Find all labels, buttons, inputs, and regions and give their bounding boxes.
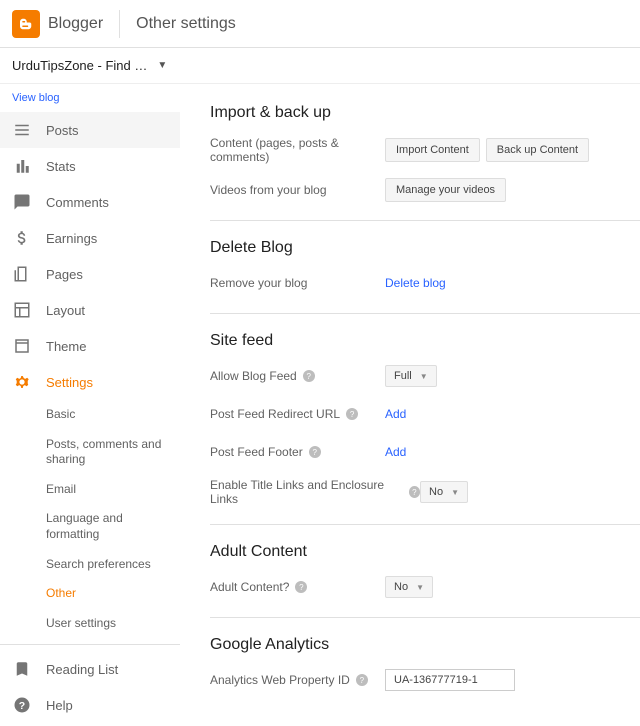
sub-item-user-settings[interactable]: User settings: [46, 609, 180, 639]
adult-content-select[interactable]: No▼: [385, 576, 433, 598]
content-label: Content (pages, posts & comments): [210, 136, 385, 164]
svg-text:?: ?: [19, 700, 25, 712]
stats-icon: [12, 156, 32, 176]
help-icon[interactable]: ?: [295, 581, 307, 593]
sidebar-item-posts[interactable]: Posts: [0, 112, 180, 148]
sub-item-posts-comments[interactable]: Posts, comments and sharing: [46, 430, 180, 475]
content: Import & back up Content (pages, posts &…: [180, 84, 640, 726]
allow-feed-select[interactable]: Full▼: [385, 365, 437, 387]
divider: [210, 220, 640, 221]
section-adult-title: Adult Content: [210, 543, 640, 561]
blog-selector[interactable]: UrduTipsZone - Find … ▼: [0, 48, 640, 84]
posts-icon: [12, 120, 32, 140]
footer-add-link[interactable]: Add: [385, 445, 406, 459]
brand-name: Blogger: [48, 15, 103, 33]
backup-content-button[interactable]: Back up Content: [486, 138, 589, 162]
section-import-backup-title: Import & back up: [210, 104, 640, 122]
divider: [210, 524, 640, 525]
sidebar-item-layout[interactable]: Layout: [0, 292, 180, 328]
sidebar-item-settings[interactable]: Settings: [0, 364, 180, 400]
pages-icon: [12, 264, 32, 284]
help-icon[interactable]: ?: [346, 408, 358, 420]
layout-icon: [12, 300, 32, 320]
chevron-down-icon: ▼: [157, 60, 167, 71]
sidebar-item-help[interactable]: ? Help: [0, 687, 180, 723]
sidebar: View blog Posts Stats Comments Earnings …: [0, 84, 180, 726]
section-site-feed-title: Site feed: [210, 332, 640, 350]
adult-content-label: Adult Content?: [210, 580, 289, 594]
analytics-id-input[interactable]: [385, 669, 515, 691]
sidebar-item-stats[interactable]: Stats: [0, 148, 180, 184]
theme-icon: [12, 336, 32, 356]
allow-feed-label: Allow Blog Feed: [210, 369, 297, 383]
help-icon[interactable]: ?: [309, 446, 321, 458]
sub-item-basic[interactable]: Basic: [46, 400, 180, 430]
videos-label: Videos from your blog: [210, 183, 385, 197]
divider: [119, 10, 120, 38]
enclosure-label: Enable Title Links and Enclosure Links: [210, 478, 403, 506]
sidebar-item-earnings[interactable]: Earnings: [0, 220, 180, 256]
section-delete-title: Delete Blog: [210, 239, 640, 257]
view-blog-link[interactable]: View blog: [0, 84, 180, 112]
import-content-button[interactable]: Import Content: [385, 138, 480, 162]
sub-item-language[interactable]: Language and formatting: [46, 504, 180, 549]
redirect-add-link[interactable]: Add: [385, 407, 406, 421]
enclosure-select[interactable]: No▼: [420, 481, 468, 503]
bookmark-icon: [12, 659, 32, 679]
gear-icon: [12, 372, 32, 392]
divider: [210, 617, 640, 618]
sidebar-item-pages[interactable]: Pages: [0, 256, 180, 292]
manage-videos-button[interactable]: Manage your videos: [385, 178, 506, 202]
divider: [210, 313, 640, 314]
sub-item-search-prefs[interactable]: Search preferences: [46, 550, 180, 580]
sidebar-item-reading-list[interactable]: Reading List: [0, 651, 180, 687]
help-icon: ?: [12, 695, 32, 715]
remove-blog-label: Remove your blog: [210, 276, 385, 290]
help-icon[interactable]: ?: [303, 370, 315, 382]
sub-item-email[interactable]: Email: [46, 475, 180, 505]
sidebar-item-theme[interactable]: Theme: [0, 328, 180, 364]
settings-subnav: Basic Posts, comments and sharing Email …: [0, 400, 180, 638]
blog-name: UrduTipsZone - Find …: [12, 58, 147, 73]
divider: [0, 644, 180, 645]
help-icon[interactable]: ?: [356, 674, 368, 686]
page-title: Other settings: [136, 15, 236, 33]
section-analytics-title: Google Analytics: [210, 636, 640, 654]
help-icon[interactable]: ?: [409, 486, 420, 498]
redirect-url-label: Post Feed Redirect URL: [210, 407, 340, 421]
header: Blogger Other settings: [0, 0, 640, 48]
chevron-down-icon: ▼: [420, 372, 428, 381]
blogger-logo-icon: [12, 10, 40, 38]
sidebar-item-comments[interactable]: Comments: [0, 184, 180, 220]
analytics-id-label: Analytics Web Property ID: [210, 673, 350, 687]
feed-footer-label: Post Feed Footer: [210, 445, 303, 459]
chevron-down-icon: ▼: [451, 488, 459, 497]
comments-icon: [12, 192, 32, 212]
delete-blog-link[interactable]: Delete blog: [385, 276, 446, 290]
sub-item-other[interactable]: Other: [46, 579, 180, 609]
earnings-icon: [12, 228, 32, 248]
chevron-down-icon: ▼: [416, 583, 424, 592]
